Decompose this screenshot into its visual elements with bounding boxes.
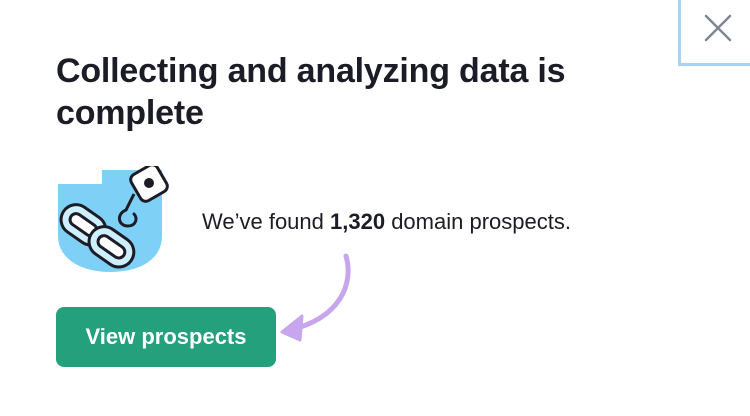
- result-message: We’ve found 1,320 domain prospects.: [202, 208, 571, 236]
- close-button[interactable]: [696, 6, 740, 50]
- message-suffix: domain prospects.: [385, 209, 571, 234]
- curved-arrow-icon: [260, 244, 370, 354]
- dialog-title: Collecting and analyzing data is complet…: [56, 52, 566, 132]
- chain-link-illustration: [54, 163, 184, 276]
- prospect-count: 1,320: [330, 209, 386, 234]
- view-prospects-button[interactable]: View prospects: [56, 307, 276, 367]
- message-prefix: We’ve found: [202, 209, 331, 234]
- close-icon: [704, 14, 732, 42]
